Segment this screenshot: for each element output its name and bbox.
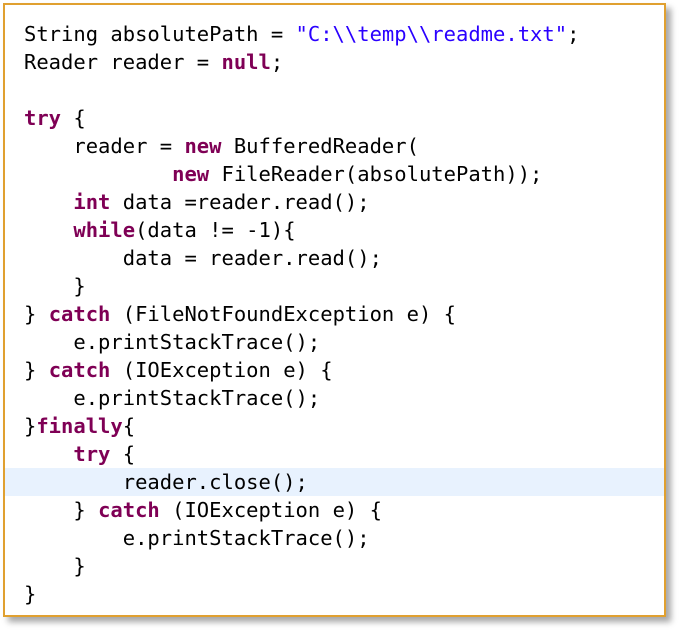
code-text: (data != -1){	[135, 218, 296, 242]
code-snippet-frame: String absolutePath = "C:\\temp\\readme.…	[3, 3, 666, 617]
code-text: e.printStackTrace();	[24, 386, 321, 410]
code-keyword: new	[184, 134, 222, 158]
code-line: }	[5, 272, 664, 300]
code-text: }	[24, 582, 37, 606]
code-keyword: null	[221, 50, 271, 74]
code-keyword: try	[24, 106, 62, 130]
code-keyword: int	[73, 190, 111, 214]
code-line: int data =reader.read();	[5, 188, 664, 216]
code-text: e.printStackTrace();	[24, 526, 370, 550]
code-editor[interactable]: String absolutePath = "C:\\temp\\readme.…	[5, 20, 664, 608]
code-keyword: try	[73, 442, 111, 466]
code-string-literal: "C:\\temp\\readme.txt"	[295, 22, 568, 46]
code-text: e.printStackTrace();	[24, 330, 321, 354]
code-keyword: catch	[48, 302, 111, 326]
code-line: while(data != -1){	[5, 216, 664, 244]
code-line: } catch (IOException e) {	[5, 356, 664, 384]
code-text: data = reader.read();	[24, 246, 382, 270]
code-line: String absolutePath = "C:\\temp\\readme.…	[5, 20, 664, 48]
code-line: Reader reader = null;	[5, 48, 664, 76]
code-text: ;	[270, 50, 284, 74]
code-keyword: finally	[36, 414, 123, 438]
code-text: ;	[567, 22, 580, 46]
code-line: e.printStackTrace();	[5, 384, 664, 412]
code-text: {	[110, 442, 136, 466]
code-line: reader = new BufferedReader(	[5, 132, 664, 160]
code-line-current: reader.close();	[5, 468, 664, 496]
code-text: (IOException e) {	[159, 498, 382, 522]
code-text: }	[24, 554, 86, 578]
code-text: }	[24, 414, 37, 438]
code-keyword: new	[172, 162, 210, 186]
code-line: } catch (IOException e) {	[5, 496, 664, 524]
code-line: new FileReader(absolutePath));	[5, 160, 664, 188]
code-text: {	[122, 414, 136, 438]
code-line: e.printStackTrace();	[5, 328, 664, 356]
code-text: }	[24, 358, 49, 382]
code-text: }	[24, 274, 86, 298]
code-text: FileReader(absolutePath));	[209, 162, 543, 186]
code-text: Reader reader =	[24, 50, 222, 74]
code-line: try {	[5, 104, 664, 132]
code-text: (FileNotFoundException e) {	[110, 302, 456, 326]
code-keyword: while	[73, 218, 136, 242]
code-text: {	[61, 106, 86, 130]
code-text: }	[24, 302, 49, 326]
code-line: try {	[5, 440, 664, 468]
code-text: reader =	[24, 134, 185, 158]
code-line: }	[5, 552, 664, 580]
code-text: reader.close();	[24, 470, 308, 494]
code-line: }	[5, 580, 664, 608]
code-text: (IOException e) {	[110, 358, 333, 382]
code-line: } catch (FileNotFoundException e) {	[5, 300, 664, 328]
code-text: }	[24, 498, 99, 522]
code-text: data =reader.read();	[110, 190, 370, 214]
code-line: data = reader.read();	[5, 244, 664, 272]
code-text: BufferedReader(	[221, 134, 419, 158]
code-text: String absolutePath =	[24, 22, 296, 46]
code-line: e.printStackTrace();	[5, 524, 664, 552]
code-line: }finally{	[5, 412, 664, 440]
code-keyword: catch	[48, 358, 111, 382]
code-keyword: catch	[98, 498, 160, 522]
